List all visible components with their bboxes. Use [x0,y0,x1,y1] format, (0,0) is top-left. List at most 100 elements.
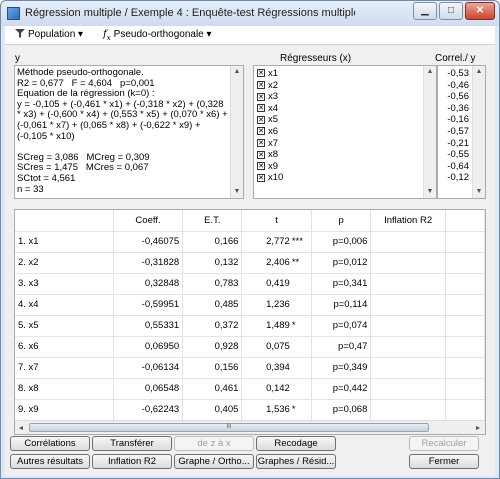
column-header[interactable]: E.T. [182,210,243,232]
regressor-label: x4 [268,102,279,114]
results-text: Méthode pseudo-orthogonale. R2 = 0,677 F … [17,67,229,195]
table-row[interactable]: 8. x8 0,06548 0,461 0,142 p=0,442 [15,378,485,400]
table-row[interactable]: 7. x7 -0,06134 0,156 0,394 p=0,349 [15,357,485,379]
column-header[interactable]: Coeff. [113,210,184,232]
recalculer-button[interactable]: Recalculer [409,436,479,451]
scroll-down-icon[interactable]: ▼ [473,186,485,198]
correlation-value: -0,57 [447,126,469,137]
regressor-item[interactable]: ✕ x5 [257,114,278,125]
row-label-cell: 8. x8 [15,378,114,400]
column-header[interactable]: p [311,210,372,232]
regressor-item[interactable]: ✕ x3 [257,91,278,102]
regressor-label: x10 [268,172,284,184]
graphes-resid-button[interactable]: Graphes / Résid... [256,454,336,469]
empty-cell [445,357,485,379]
t-cell: 0,394 [241,357,312,379]
p-cell: p=0,012 [311,252,372,274]
inflation-r2-button[interactable]: Inflation R2 [92,454,172,469]
autres-resultats-button[interactable]: Autres résultats [10,454,90,469]
filter-icon [15,29,25,38]
column-header[interactable] [15,210,114,232]
results-scrollbar[interactable]: ▲ ▼ [230,66,243,198]
table-row[interactable]: 5. x5 0,55331 0,372 1,489 * p=0,074 [15,315,485,337]
fermer-button[interactable]: Fermer [409,454,479,469]
table-row[interactable]: 2. x2 -0,31828 0,132 2,406 ** p=0,012 [15,252,485,274]
column-header[interactable]: t [241,210,312,232]
menu-population[interactable]: Population ▾ [15,29,83,40]
t-value: 0,419 [266,278,290,289]
checkbox-checked-icon[interactable]: ✕ [257,104,265,113]
coefficients-table[interactable]: Coeff. E.T. t p Inflation R2 1. x1 -0,46075 0,… [14,209,486,435]
p-cell: p=0,074 [311,315,372,337]
regressor-item[interactable]: ✕ x4 [257,103,278,114]
inflation-cell [370,294,446,316]
scroll-up-icon[interactable]: ▲ [424,66,436,78]
scroll-left-icon[interactable]: ▲ [16,422,28,434]
regressor-item[interactable]: ✕ x8 [257,149,278,160]
t-cell: 2,406 ** [241,252,312,274]
recodage-button[interactable]: Recodage [256,436,336,451]
regressor-item[interactable]: ✕ x9 [257,161,278,172]
table-row[interactable]: 1. x1 -0,46075 0,166 2,772 *** p=0,006 [15,231,485,253]
coeff-cell: 0,55331 [113,315,184,337]
regressors-scrollbar[interactable]: ▲ ▼ [423,66,436,198]
coeff-cell: -0,06134 [113,357,184,379]
column-header[interactable]: Inflation R2 [370,210,446,232]
checkbox-checked-icon[interactable]: ✕ [257,92,265,101]
regressors-list[interactable]: ▲ ▼ ✕ x1 ✕ x2 ✕ x3 ✕ x4 ✕ x5 ✕ x6 ✕ x7 ✕ x8 ✕ x9 ✕ x10 [253,65,437,199]
checkbox-checked-icon[interactable]: ✕ [257,81,265,90]
row-label-cell: 7. x7 [15,357,114,379]
regressor-label: x3 [268,91,279,103]
checkbox-checked-icon[interactable]: ✕ [257,139,265,148]
checkbox-checked-icon[interactable]: ✕ [257,173,265,182]
de-z-a-x-button[interactable]: de z à x [174,436,254,451]
t-value: 1,236 [266,299,290,310]
minimize-button[interactable]: ▁ [413,2,437,20]
regressor-item[interactable]: ✕ x6 [257,126,278,137]
checkbox-checked-icon[interactable]: ✕ [257,115,265,124]
title-bar[interactable]: Régression multiple / Exemple 4 : Enquêt… [1,1,499,26]
p-cell: p=0,006 [311,231,372,253]
scroll-down-icon[interactable]: ▼ [424,186,436,198]
scroll-right-icon[interactable]: ▲ [471,422,483,434]
correlations-button[interactable]: Corrélations [10,436,90,451]
transferer-button[interactable]: Transférer [92,436,172,451]
table-row[interactable]: 9. x9 -0,62243 0,405 1,536 * p=0,068 [15,399,485,421]
checkbox-checked-icon[interactable]: ✕ [257,127,265,136]
table-horizontal-scrollbar[interactable]: ▲ III ▲ [15,420,485,434]
table-row[interactable]: 3. x3 0,32848 0,783 0,419 p=0,341 [15,273,485,295]
table-row[interactable]: 6. x6 0,06950 0,928 0,075 p=0,47 [15,336,485,358]
column-header[interactable] [445,210,485,232]
regressor-label: x8 [268,149,279,161]
maximize-button[interactable]: □ [439,2,463,20]
results-line: n = 33 [17,183,44,195]
correlations-list: ▲ ▼ -0,53 -0,46 -0,56 -0,36 -0,16 -0,57 -0,21-… [437,65,486,199]
close-button[interactable]: ✕ [465,2,495,20]
correlations-scrollbar[interactable]: ▲ ▼ [472,66,485,198]
p-cell: p=0,349 [311,357,372,379]
regressor-item[interactable]: ✕ x2 [257,80,278,91]
table-row[interactable]: 4. x4 -0,59951 0,485 1,236 p=0,114 [15,294,485,316]
correlation-value: -0,16 [447,114,469,126]
results-line: SCtot = 4,561 [17,172,76,184]
regressor-item[interactable]: ✕ x1 [257,68,278,79]
scroll-down-icon[interactable]: ▼ [231,186,243,198]
scroll-thumb[interactable]: III [29,423,429,432]
et-cell: 0,783 [182,273,243,295]
row-label-cell: 3. x3 [15,273,114,295]
scroll-up-icon[interactable]: ▲ [473,66,485,78]
inflation-cell [370,273,446,295]
menu-pseudo-orthogonale[interactable]: fx Pseudo-orthogonale ▾ [103,29,212,42]
checkbox-checked-icon[interactable]: ✕ [257,69,265,78]
et-cell: 0,485 [182,294,243,316]
regressor-item[interactable]: ✕ x10 [257,172,283,183]
correlation-value: -0,12 [447,172,469,184]
results-textbox[interactable]: Méthode pseudo-orthogonale. R2 = 0,677 F … [14,65,244,199]
significance-stars: * [291,320,296,331]
checkbox-checked-icon[interactable]: ✕ [257,150,265,159]
regressor-item[interactable]: ✕ x7 [257,138,278,149]
checkbox-checked-icon[interactable]: ✕ [257,162,265,171]
inflation-cell [370,252,446,274]
scroll-up-icon[interactable]: ▲ [231,66,243,78]
graphe-ortho-button[interactable]: Graphe / Ortho... [174,454,254,469]
